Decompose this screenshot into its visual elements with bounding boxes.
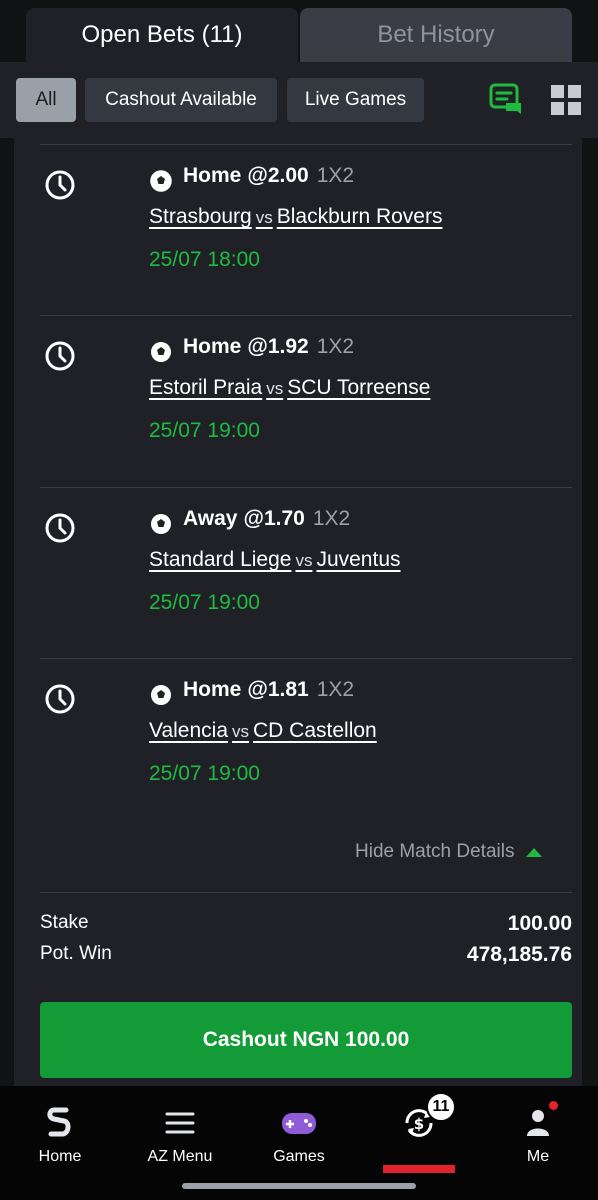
home-team: Strasbourg [149, 205, 252, 228]
home-team: Standard Liege [149, 548, 292, 571]
stake-label: Stake [40, 912, 89, 933]
clock-icon [45, 513, 75, 543]
pick-line: Home @1.81 1X2 [183, 678, 354, 702]
bet-selection: Home @1.81 1X2 Valencia vs CD Castellon 25/0… [14, 659, 582, 829]
bet-selection: Home @1.92 1X2 Estoril Praia vs SCU Torreens… [14, 316, 582, 486]
filter-bar: All Cashout Available Live Games [0, 62, 598, 138]
stake-value: 100.00 [507, 912, 572, 935]
clock-icon [45, 170, 75, 200]
match-link[interactable]: Valencia vs CD Castellon [149, 719, 377, 743]
pick-line: Away @1.70 1X2 [183, 507, 350, 531]
menu-icon [165, 1112, 195, 1134]
active-tab-indicator [383, 1165, 455, 1173]
nav-az-menu[interactable]: AZ Menu [130, 1106, 230, 1166]
pick-line: Home @2.00 1X2 [183, 164, 354, 188]
nav-me-label: Me [526, 1148, 550, 1165]
home-indicator[interactable] [182, 1183, 416, 1189]
vs-label: vs [232, 722, 249, 741]
odds-value: @1.92 [247, 335, 309, 358]
match-link[interactable]: Standard Liege vs Juventus [149, 548, 401, 572]
kickoff-time: 25/07 19:00 [149, 591, 260, 614]
nav-az-menu-label: AZ Menu [147, 1148, 213, 1165]
potential-win-value: 478,185.76 [466, 943, 572, 966]
nav-games[interactable]: Games [249, 1106, 349, 1166]
market-label: 1X2 [316, 678, 355, 701]
nav-home[interactable]: Home [10, 1106, 110, 1166]
hide-match-details-label: Hide Match Details [355, 841, 515, 862]
kickoff-time: 25/07 19:00 [149, 419, 260, 442]
bet-details-panel: Home @2.00 1X2 Strasbourg vs Blackburn Rover… [14, 138, 582, 1086]
soccer-ball-icon [150, 170, 172, 192]
clock-icon [45, 341, 75, 371]
tab-open-bets[interactable]: Open Bets (11) [26, 8, 298, 62]
soccer-ball-icon [151, 685, 171, 705]
filter-all-chip[interactable]: All [16, 78, 76, 122]
stake-row: Stake 100.00 [40, 912, 572, 936]
match-link[interactable]: Estoril Praia vs SCU Torreense [149, 376, 430, 400]
home-team: Valencia [149, 719, 228, 742]
match-link[interactable]: Strasbourg vs Blackburn Rovers [149, 205, 442, 229]
away-team: CD Castellon [253, 719, 377, 742]
potential-win-label: Pot. Win [40, 943, 112, 964]
odds-value: @2.00 [247, 164, 309, 187]
chat-ticket-icon[interactable] [488, 81, 524, 117]
notification-dot [549, 1101, 558, 1110]
bet-selection: Away @1.70 1X2 Standard Liege vs Juventus 25… [14, 488, 582, 658]
pick-label: Home [183, 164, 242, 187]
sporty-logo-icon [47, 1107, 71, 1137]
odds-value: @1.81 [247, 678, 309, 701]
grid-view-icon[interactable] [548, 81, 584, 117]
clock-icon [45, 684, 75, 714]
open-bets-count-badge: 11 [426, 1092, 456, 1122]
market-label: 1X2 [312, 507, 351, 530]
hide-match-details-toggle[interactable]: Hide Match Details [355, 841, 543, 863]
away-team: Blackburn Rovers [276, 205, 443, 228]
chevron-up-icon [526, 847, 543, 857]
gamepad-icon [282, 1113, 316, 1134]
filter-cashout-available-chip[interactable]: Cashout Available [85, 78, 277, 122]
soccer-ball-icon [151, 514, 171, 534]
pick-label: Away [183, 507, 238, 530]
kickoff-time: 25/07 19:00 [149, 762, 260, 785]
potential-win-row: Pot. Win 478,185.76 [40, 943, 572, 967]
vs-label: vs [295, 551, 313, 570]
filter-live-games-chip[interactable]: Live Games [287, 78, 424, 122]
soccer-ball-icon [151, 342, 171, 362]
away-team: Juventus [316, 548, 401, 571]
pick-label: Home [183, 335, 242, 358]
divider [40, 892, 572, 893]
nav-home-label: Home [38, 1148, 82, 1165]
tab-bet-history[interactable]: Bet History [300, 8, 572, 62]
svg-text:$: $ [414, 1115, 424, 1133]
bets-tabs: Open Bets (11) Bet History [0, 0, 598, 62]
user-icon [527, 1110, 549, 1136]
away-team: SCU Torreense [287, 376, 431, 399]
market-label: 1X2 [316, 335, 355, 358]
nav-me[interactable]: Me [488, 1106, 588, 1166]
pick-label: Home [183, 678, 242, 701]
odds-value: @1.70 [243, 507, 305, 530]
home-team: Estoril Praia [149, 376, 263, 399]
cashout-button[interactable]: Cashout NGN 100.00 [40, 1002, 572, 1078]
kickoff-time: 25/07 18:00 [149, 248, 260, 271]
nav-games-label: Games [273, 1148, 325, 1165]
vs-label: vs [266, 379, 284, 398]
vs-label: vs [255, 208, 273, 227]
market-label: 1X2 [316, 164, 355, 187]
bet-selection: Home @2.00 1X2 Strasbourg vs Blackburn Rover… [14, 145, 582, 315]
pick-line: Home @1.92 1X2 [183, 335, 354, 359]
